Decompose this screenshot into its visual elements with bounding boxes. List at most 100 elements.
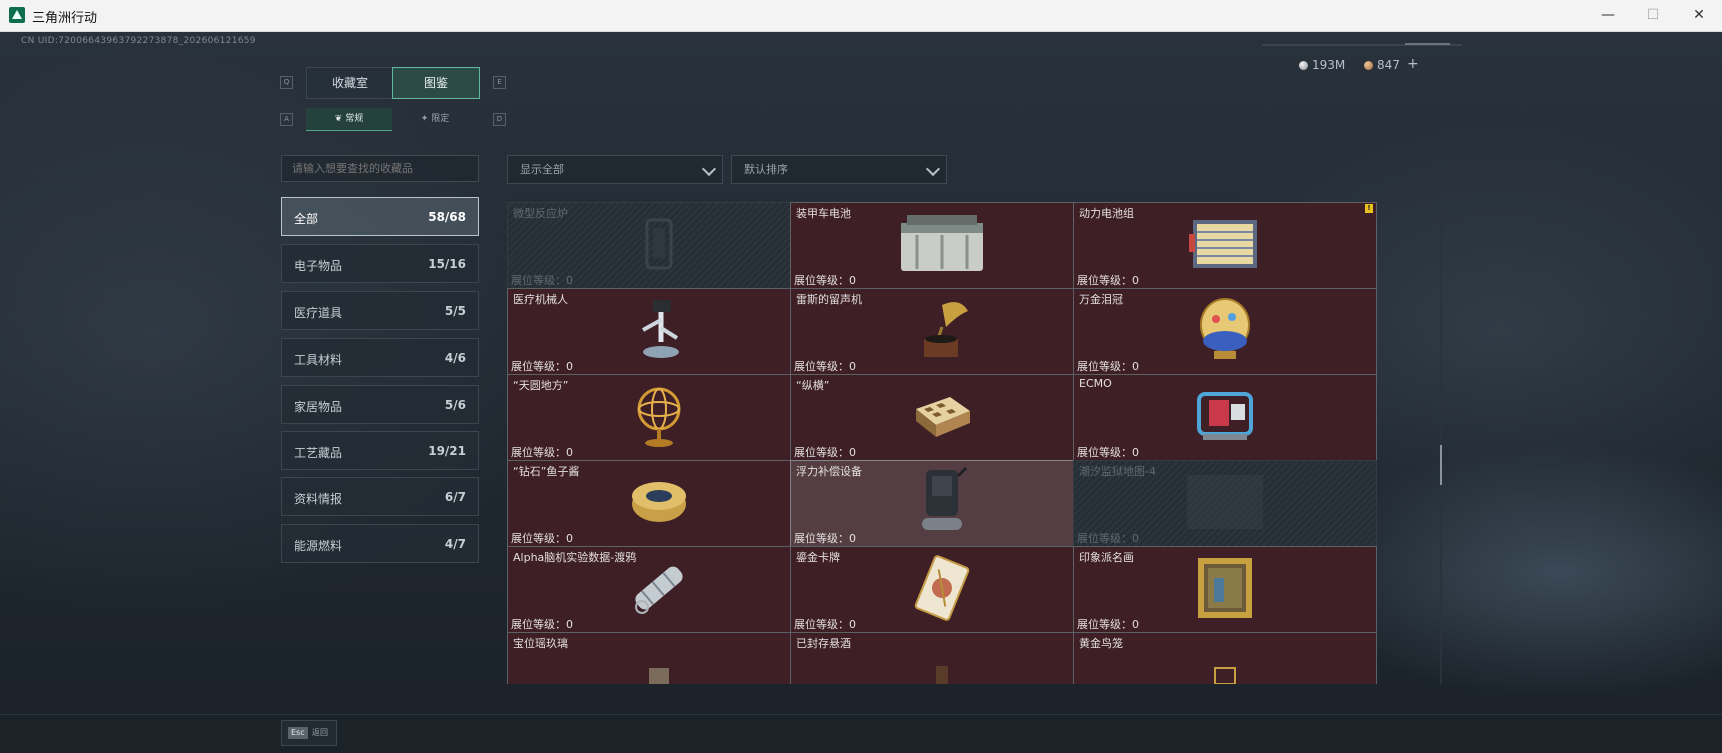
collection-card[interactable]: Alpha脑机实验数据-渡鸦 展位等级：0 bbox=[507, 546, 811, 634]
collection-card[interactable]: ECMO 展位等级：0 bbox=[1073, 374, 1377, 462]
category-name: 能源燃料 bbox=[294, 539, 343, 553]
item-name: “纵横” bbox=[796, 379, 830, 392]
item-name: 万金泪冠 bbox=[1079, 293, 1123, 306]
display-level: 展位等级：0 bbox=[794, 532, 856, 545]
app-logo-icon bbox=[9, 7, 25, 23]
collection-card[interactable]: “钻石”鱼子酱 展位等级：0 bbox=[507, 460, 811, 548]
collection-card[interactable]: 装甲车电池展位等级：0! bbox=[790, 202, 1094, 290]
maximize-button[interactable]: ☐ bbox=[1630, 0, 1676, 31]
back-button[interactable]: Esc 返回 bbox=[281, 720, 337, 746]
category-name: 工具材料 bbox=[294, 353, 343, 367]
armillary-sphere-icon bbox=[631, 383, 687, 453]
display-level: 展位等级：0 bbox=[794, 446, 856, 459]
caviar-tin-icon bbox=[628, 474, 690, 534]
collection-card[interactable]: 已封存悬酒展位等级：0 bbox=[790, 632, 1094, 684]
grid-scrollbar-track[interactable] bbox=[1440, 202, 1442, 684]
tab-limited[interactable]: ✦ 限定 bbox=[392, 108, 478, 130]
category-item[interactable]: 工具材料 4/6 bbox=[281, 338, 479, 377]
item-name: 雷斯的留声机 bbox=[796, 293, 862, 306]
category-count: 4/6 bbox=[444, 351, 466, 365]
item-name: 已封存悬酒 bbox=[796, 637, 851, 650]
category-item[interactable]: 能源燃料 4/7 bbox=[281, 524, 479, 563]
flame-icon: ❦ bbox=[334, 114, 343, 124]
ecmo-icon bbox=[1191, 386, 1259, 450]
display-level: 展位等级：0 bbox=[1077, 618, 1139, 631]
collection-card[interactable]: 雷斯的留声机 展位等级：0 bbox=[790, 288, 1094, 376]
filter-dropdown[interactable]: 显示全部 bbox=[507, 155, 723, 184]
category-name: 电子物品 bbox=[294, 259, 343, 273]
alert-icon: ! bbox=[1365, 204, 1373, 213]
collection-card[interactable]: 潮汐监狱地图-4 展位等级：0 bbox=[1073, 460, 1377, 548]
collection-card[interactable]: 微型反应炉 展位等级：0 bbox=[507, 202, 811, 290]
data-cylinder-icon bbox=[624, 557, 694, 623]
display-level: 展位等级：0 bbox=[511, 446, 573, 459]
item-name: 潮汐监狱地图-4 bbox=[1079, 465, 1156, 478]
category-name: 医疗道具 bbox=[294, 306, 343, 320]
collection-card[interactable]: 鎏金卡牌 展位等级：0 bbox=[790, 546, 1094, 634]
close-button[interactable]: ✕ bbox=[1676, 0, 1722, 31]
add-currency-button[interactable]: + bbox=[1407, 56, 1419, 72]
battery-icon bbox=[897, 213, 987, 279]
sort-dropdown[interactable]: 默认排序 bbox=[731, 155, 947, 184]
reactor-icon bbox=[639, 214, 679, 278]
collection-card[interactable]: 印象派名画展位等级：0 bbox=[1073, 546, 1377, 634]
display-level: 展位等级：0 bbox=[794, 274, 856, 287]
collection-card[interactable]: 医疗机械人展位等级：0! bbox=[507, 288, 811, 376]
category-item[interactable]: 家居物品 5/6 bbox=[281, 385, 479, 424]
battery-pack-icon bbox=[1187, 214, 1263, 278]
category-count: 58/68 bbox=[428, 210, 466, 224]
collection-grid: 微型反应炉展位等级：0装甲车电池展位等级：0!动力电池组展位等级：0! 医疗机械人… bbox=[507, 202, 1441, 684]
back-label: 返回 bbox=[312, 728, 328, 737]
category-count: 15/16 bbox=[428, 257, 466, 271]
gold-coin-icon bbox=[1364, 61, 1373, 70]
display-level: 展位等级：0 bbox=[511, 618, 573, 631]
medical-robot-icon bbox=[631, 298, 687, 366]
framed-painting-icon bbox=[1196, 556, 1254, 624]
tab-regular[interactable]: ❦ 常规 bbox=[306, 108, 392, 131]
minimize-button[interactable]: — bbox=[1585, 0, 1631, 31]
gold-card-icon bbox=[912, 554, 972, 626]
player-uid: CN UID:72006643963792273878_202606121659 bbox=[21, 36, 256, 46]
category-item[interactable]: 电子物品 15/16 bbox=[281, 244, 479, 283]
grid-scrollbar-thumb[interactable] bbox=[1440, 445, 1442, 485]
display-level: 展位等级：0 bbox=[794, 360, 856, 373]
esc-key-hint: Esc bbox=[288, 727, 308, 739]
tab-collection-room[interactable]: 收藏室 bbox=[306, 67, 394, 99]
birdcage-icon bbox=[1205, 664, 1245, 684]
collection-card[interactable]: 动力电池组展位等级：0! bbox=[1073, 202, 1377, 290]
item-name: 装甲车电池 bbox=[796, 207, 851, 220]
currency-gold: 847 bbox=[1364, 58, 1400, 72]
limited-icon: ✦ bbox=[420, 114, 429, 124]
collection-card[interactable]: 万金泪冠 展位等级：0 bbox=[1073, 288, 1377, 376]
tab-catalog[interactable]: 图鉴 bbox=[392, 67, 480, 99]
search-input[interactable] bbox=[281, 155, 479, 182]
key-hint-q: Q bbox=[280, 76, 293, 89]
item-name: “钻石”鱼子酱 bbox=[513, 465, 580, 478]
category-item[interactable]: 资料情报 6/7 bbox=[281, 477, 479, 516]
display-level: 展位等级：0 bbox=[1077, 532, 1139, 545]
category-item[interactable]: 工艺藏品 19/21 bbox=[281, 431, 479, 470]
category-item[interactable]: 医疗道具 5/5 bbox=[281, 291, 479, 330]
chevron-down-icon bbox=[701, 161, 717, 177]
window-titlebar: 三角洲行动 — ☐ ✕ bbox=[0, 0, 1722, 32]
gramophone-icon bbox=[912, 297, 972, 367]
category-name: 全部 bbox=[294, 212, 319, 226]
header-accent bbox=[1405, 43, 1450, 45]
silver-coin-icon bbox=[1299, 61, 1308, 70]
display-level: 展位等级：0 bbox=[1077, 446, 1139, 459]
key-hint-d: D bbox=[493, 113, 506, 126]
footer-bar bbox=[0, 714, 1722, 753]
diving-gear-icon bbox=[912, 462, 972, 546]
window-title: 三角洲行动 bbox=[32, 11, 98, 26]
item-name: 印象派名画 bbox=[1079, 551, 1134, 564]
category-item[interactable]: 全部 58/68 bbox=[281, 197, 479, 236]
collection-card[interactable]: 浮力补偿设备 展位等级：0 bbox=[790, 460, 1094, 548]
collection-card[interactable]: “天圆地方”展位等级：0! bbox=[507, 374, 811, 462]
map-icon bbox=[1185, 473, 1265, 535]
collection-card[interactable]: 黄金鸟笼展位等级：0 bbox=[1073, 632, 1377, 684]
item-name: Alpha脑机实验数据-渡鸦 bbox=[513, 551, 637, 564]
collection-card[interactable]: “纵横” 展位等级：0 bbox=[790, 374, 1094, 462]
display-level: 展位等级：0 bbox=[1077, 274, 1139, 287]
collection-card[interactable]: 宝位瑶玖璃展位等级：0 bbox=[507, 632, 811, 684]
item-name: 动力电池组 bbox=[1079, 207, 1134, 220]
